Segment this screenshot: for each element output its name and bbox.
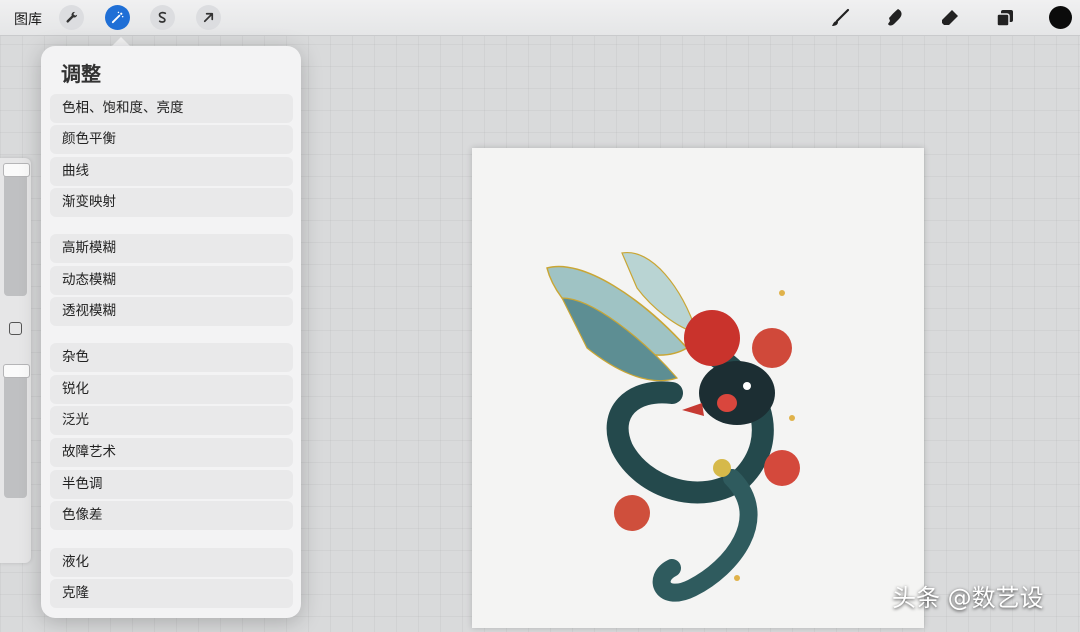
menu-item-curves[interactable]: 曲线 [50,157,293,186]
selection-icon[interactable] [150,5,175,30]
menu-item-color-balance[interactable]: 颜色平衡 [50,125,293,154]
brush-size-handle[interactable] [3,163,30,177]
wrench-icon[interactable] [59,5,84,30]
menu-item-halftone[interactable]: 半色调 [50,470,293,499]
menu-item-sharpen[interactable]: 锐化 [50,375,293,404]
menu-item-glitch[interactable]: 故障艺术 [50,438,293,467]
magic-wand-icon[interactable] [105,5,130,30]
transform-arrow-icon[interactable] [196,5,221,30]
menu-item-gradient-map[interactable]: 渐变映射 [50,188,293,217]
opacity-slider[interactable] [4,368,27,498]
modify-button[interactable] [9,322,22,335]
menu-item-liquify[interactable]: 液化 [50,548,293,577]
color-picker-swatch[interactable] [1049,6,1072,29]
gallery-button[interactable]: 图库 [14,9,42,29]
left-sidebar [0,158,31,563]
menu-item-perspective-blur[interactable]: 透视模糊 [50,297,293,326]
layers-icon[interactable] [993,6,1017,30]
smudge-icon[interactable] [883,6,907,30]
menu-item-bloom[interactable]: 泛光 [50,406,293,435]
menu-item-clone[interactable]: 克隆 [50,579,293,608]
menu-item-gaussian-blur[interactable]: 高斯模糊 [50,234,293,263]
opacity-handle[interactable] [3,364,30,378]
watermark-text: 头条 @数艺设 [892,584,1044,612]
menu-item-motion-blur[interactable]: 动态模糊 [50,266,293,295]
brush-icon[interactable] [828,6,852,30]
adjustments-menu: 调整 色相、饱和度、亮度 颜色平衡 曲线 渐变映射 高斯模糊 动态模糊 透视模糊… [41,46,301,618]
eraser-icon[interactable] [938,6,962,30]
canvas-artwork[interactable] [472,148,924,628]
brush-size-slider[interactable] [4,166,27,296]
adjustments-title: 调整 [61,62,101,86]
menu-item-chromatic-aberration[interactable]: 色像差 [50,501,293,530]
artwork-illustration [546,252,800,602]
menu-item-hue-saturation-brightness[interactable]: 色相、饱和度、亮度 [50,94,293,123]
top-toolbar: 图库 [0,0,1080,36]
menu-item-noise[interactable]: 杂色 [50,343,293,372]
